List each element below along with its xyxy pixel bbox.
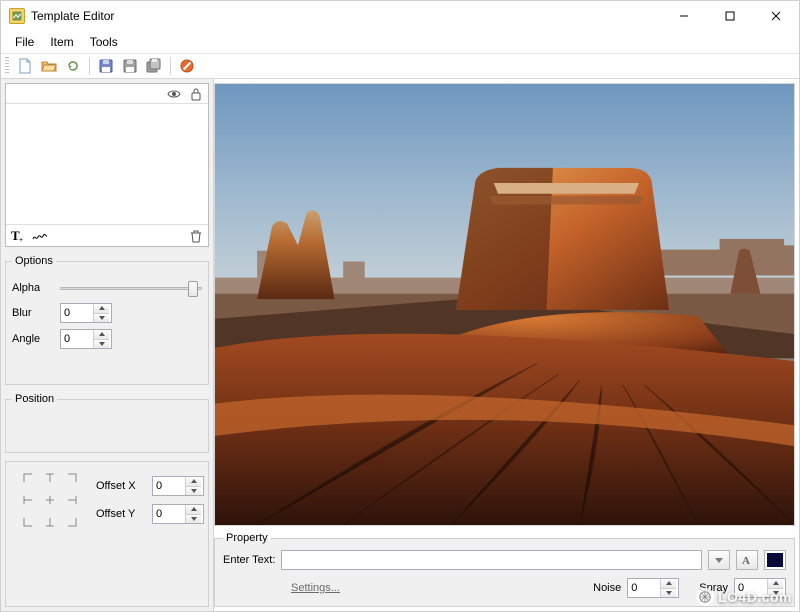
noise-up[interactable] xyxy=(661,579,676,589)
anchor-bottom-left[interactable] xyxy=(20,514,36,530)
anchor-top[interactable] xyxy=(42,470,58,486)
delete-layer-button[interactable] xyxy=(188,228,204,244)
save-disk1-button[interactable] xyxy=(95,55,117,77)
new-file-button[interactable] xyxy=(14,55,36,77)
minimize-button[interactable] xyxy=(661,1,707,31)
app-window: Template Editor File Item Tools xyxy=(0,0,800,612)
property-group: Property Enter Text: A Sett xyxy=(214,532,795,607)
spray-up[interactable] xyxy=(768,579,783,589)
title-bar: Template Editor xyxy=(1,1,799,31)
window-title: Template Editor xyxy=(31,9,114,23)
anchor-bottom[interactable] xyxy=(42,514,58,530)
close-button[interactable] xyxy=(753,1,799,31)
blur-spinner[interactable] xyxy=(60,303,112,323)
position-legend: Position xyxy=(12,393,57,405)
svg-text:A: A xyxy=(742,555,750,566)
add-text-layer-button[interactable]: T+ xyxy=(10,228,26,244)
app-icon xyxy=(9,8,25,24)
angle-down[interactable] xyxy=(94,340,109,349)
visibility-icon[interactable] xyxy=(166,86,182,102)
noise-down[interactable] xyxy=(661,589,676,598)
spray-input[interactable] xyxy=(735,579,767,597)
toolbar xyxy=(1,53,799,79)
angle-spinner[interactable] xyxy=(60,329,112,349)
open-file-button[interactable] xyxy=(38,55,60,77)
offset-y-label: Offset Y xyxy=(96,508,146,520)
alpha-label: Alpha xyxy=(12,282,54,294)
anchor-left[interactable] xyxy=(20,492,36,508)
menu-file[interactable]: File xyxy=(7,33,42,51)
noise-input[interactable] xyxy=(628,579,660,597)
blur-down[interactable] xyxy=(94,314,109,323)
angle-input[interactable] xyxy=(61,330,93,348)
layer-list: T+ xyxy=(5,83,209,247)
offset-x-spinner[interactable] xyxy=(152,476,204,496)
anchor-center[interactable] xyxy=(42,492,58,508)
refresh-button[interactable] xyxy=(62,55,84,77)
offset-y-input[interactable] xyxy=(153,505,185,523)
offset-y-spinner[interactable] xyxy=(152,504,204,524)
blur-up[interactable] xyxy=(94,304,109,314)
blur-input[interactable] xyxy=(61,304,93,322)
left-panel: T+ Options Alpha xyxy=(1,79,214,611)
offset-x-input[interactable] xyxy=(153,477,185,495)
anchor-right[interactable] xyxy=(64,492,80,508)
options-group: Options Alpha Blur xyxy=(5,255,209,385)
settings-link[interactable]: Settings... xyxy=(287,582,344,594)
offset-x-down[interactable] xyxy=(186,487,201,496)
svg-text:+: + xyxy=(19,237,23,243)
font-button[interactable]: A xyxy=(736,550,758,570)
offset-x-up[interactable] xyxy=(186,477,201,487)
save-all-button[interactable] xyxy=(143,55,165,77)
save-disk2-button[interactable] xyxy=(119,55,141,77)
blur-label: Blur xyxy=(12,307,54,319)
offset-x-label: Offset X xyxy=(96,480,146,492)
stop-button[interactable] xyxy=(176,55,198,77)
toolbar-grip xyxy=(5,57,9,75)
anchor-top-right[interactable] xyxy=(64,470,80,486)
menu-bar: File Item Tools xyxy=(1,31,799,53)
noise-label: Noise xyxy=(593,582,621,594)
position-group: Position xyxy=(5,393,209,453)
spray-down[interactable] xyxy=(768,589,783,598)
right-panel: Property Enter Text: A Sett xyxy=(214,79,799,611)
offset-y-down[interactable] xyxy=(186,515,201,524)
angle-label: Angle xyxy=(12,333,54,345)
property-legend: Property xyxy=(223,532,271,544)
anchor-bottom-right[interactable] xyxy=(64,514,80,530)
alpha-slider[interactable] xyxy=(60,279,202,297)
anchor-grid xyxy=(20,470,80,530)
menu-tools[interactable]: Tools xyxy=(82,33,126,51)
maximize-button[interactable] xyxy=(707,1,753,31)
add-signature-layer-button[interactable] xyxy=(32,228,48,244)
text-dropdown-button[interactable] xyxy=(708,550,730,570)
text-color-button[interactable] xyxy=(764,550,786,570)
preview-canvas[interactable] xyxy=(214,83,795,526)
enter-text-input[interactable] xyxy=(281,550,702,570)
noise-spinner[interactable] xyxy=(627,578,679,598)
offsets-panel: Offset X Offset Y xyxy=(5,461,209,607)
angle-up[interactable] xyxy=(94,330,109,340)
anchor-top-left[interactable] xyxy=(20,470,36,486)
enter-text-label: Enter Text: xyxy=(223,554,275,566)
menu-item[interactable]: Item xyxy=(42,33,81,51)
spray-spinner[interactable] xyxy=(734,578,786,598)
offset-y-up[interactable] xyxy=(186,505,201,515)
lock-icon[interactable] xyxy=(188,86,204,102)
layer-list-body[interactable] xyxy=(6,104,208,224)
main-content: T+ Options Alpha xyxy=(1,79,799,611)
spray-label: Spray xyxy=(699,582,728,594)
options-legend: Options xyxy=(12,255,56,267)
